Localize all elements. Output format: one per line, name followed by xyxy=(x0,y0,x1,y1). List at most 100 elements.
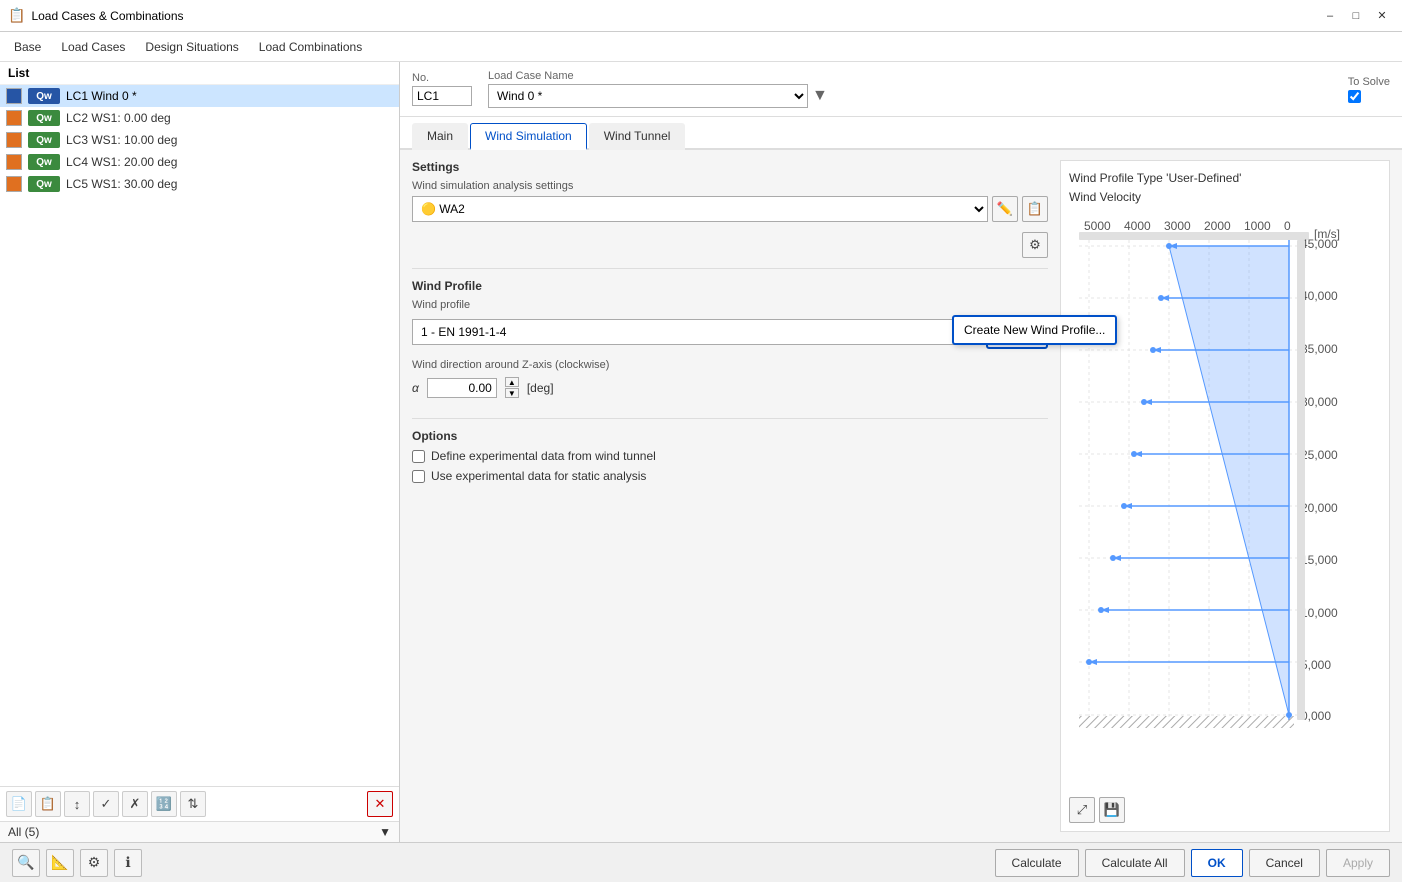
options-title: Options xyxy=(412,429,1048,443)
svg-text:0: 0 xyxy=(1284,219,1291,233)
wind-profile-label: Wind profile xyxy=(412,299,1048,311)
tab-wind-tunnel[interactable]: Wind Tunnel xyxy=(589,123,686,150)
maximize-button[interactable]: □ xyxy=(1344,4,1368,28)
new-button[interactable]: 📄 xyxy=(6,791,32,817)
move-button[interactable]: ↕ xyxy=(64,791,90,817)
option-row-2: Use experimental data for static analysi… xyxy=(412,469,1048,483)
app-icon: 📋 xyxy=(8,7,25,24)
menu-design-situations[interactable]: Design Situations xyxy=(135,36,248,58)
svg-text:15,000: 15,000 xyxy=(1301,553,1338,567)
analysis-edit-button[interactable]: ✏️ xyxy=(992,196,1018,222)
badge: Qw xyxy=(28,88,60,104)
alpha-symbol: α xyxy=(412,381,419,395)
wind-profile-select[interactable]: 1 - EN 1991-1-4 xyxy=(412,319,982,345)
list-header: List xyxy=(0,62,399,85)
alpha-spinner: ▲ ▼ xyxy=(505,377,519,398)
svg-text:10,000: 10,000 xyxy=(1301,606,1338,620)
chart-area: Wind Profile Type 'User-Defined' Wind Ve… xyxy=(1060,160,1390,832)
list-item[interactable]: Qw LC3 WS1: 10.00 deg xyxy=(0,129,399,151)
option-row-1: Define experimental data from wind tunne… xyxy=(412,449,1048,463)
cancel-button[interactable]: Cancel xyxy=(1249,849,1320,877)
analysis-row: 🟡 WA2 ✏️ 📋 xyxy=(412,196,1048,222)
menu-load-cases[interactable]: Load Cases xyxy=(51,36,135,58)
item-label: LC5 WS1: 30.00 deg xyxy=(66,177,177,191)
tabs-bar: Main Wind Simulation Wind Tunnel xyxy=(400,117,1402,150)
alpha-spin-up[interactable]: ▲ xyxy=(505,377,519,387)
color-indicator xyxy=(6,110,22,126)
left-panel: List Qw LC1 Wind 0 * Qw LC2 WS1: 0.00 de… xyxy=(0,62,400,842)
chart-save-button[interactable]: 💾 xyxy=(1099,797,1125,823)
name-select[interactable]: Wind 0 * xyxy=(488,84,808,108)
svg-text:4000: 4000 xyxy=(1124,219,1151,233)
badge: Qw xyxy=(28,154,60,170)
svg-text:5,000: 5,000 xyxy=(1301,658,1331,672)
list-item[interactable]: Qw LC5 WS1: 30.00 deg xyxy=(0,173,399,195)
menu-base[interactable]: Base xyxy=(4,36,51,58)
window-title: Load Cases & Combinations xyxy=(31,9,183,23)
renumber-button[interactable]: 🔢 xyxy=(151,791,177,817)
menu-load-combinations[interactable]: Load Combinations xyxy=(249,36,372,58)
list-container: Qw LC1 Wind 0 * Qw LC2 WS1: 0.00 deg Qw … xyxy=(0,85,399,786)
ok-button[interactable]: OK xyxy=(1191,849,1243,877)
filter-label: All (5) xyxy=(8,825,39,839)
info-button[interactable]: ℹ xyxy=(114,849,142,877)
units-button[interactable]: 📐 xyxy=(46,849,74,877)
to-solve-label: To Solve xyxy=(1348,76,1390,88)
chart-expand-button[interactable]: ⤢ xyxy=(1069,797,1095,823)
analysis-select[interactable]: 🟡 WA2 xyxy=(412,196,988,222)
settings-title: Settings xyxy=(412,160,1048,174)
list-item[interactable]: Qw LC1 Wind 0 * xyxy=(0,85,399,107)
name-dropdown-icon[interactable]: ▼ xyxy=(812,87,828,105)
color-indicator xyxy=(6,154,22,170)
delete-button[interactable]: ✕ xyxy=(367,791,393,817)
item-label: LC2 WS1: 0.00 deg xyxy=(66,111,171,125)
filter-expand-icon[interactable]: ▼ xyxy=(379,825,391,839)
svg-text:3000: 3000 xyxy=(1164,219,1191,233)
alpha-row: α ▲ ▼ [deg] xyxy=(412,377,1048,398)
svg-text:5000: 5000 xyxy=(1084,219,1111,233)
list-item[interactable]: Qw LC4 WS1: 20.00 deg xyxy=(0,151,399,173)
calculate-all-button[interactable]: Calculate All xyxy=(1085,849,1185,877)
title-bar: 📋 Load Cases & Combinations – □ ✕ xyxy=(0,0,1402,32)
item-label: LC3 WS1: 10.00 deg xyxy=(66,133,177,147)
wind-profile-title: Wind Profile xyxy=(412,279,1048,293)
settings-button[interactable]: ⚙ xyxy=(80,849,108,877)
badge: Qw xyxy=(28,176,60,192)
settings-panel: Settings Wind simulation analysis settin… xyxy=(412,160,1048,832)
option1-label: Define experimental data from wind tunne… xyxy=(431,449,656,463)
check-all-button[interactable]: ✓ xyxy=(93,791,119,817)
alpha-input[interactable] xyxy=(427,378,497,398)
chart-bottom-toolbar: ⤢ 💾 xyxy=(1069,797,1381,823)
list-footer: All (5) ▼ xyxy=(0,821,399,842)
settings-gear-button[interactable]: ⚙ xyxy=(1022,232,1048,258)
alpha-spin-down[interactable]: ▼ xyxy=(505,388,519,398)
option1-checkbox[interactable] xyxy=(412,450,425,463)
uncheck-all-button[interactable]: ✗ xyxy=(122,791,148,817)
to-solve-checkbox[interactable] xyxy=(1348,90,1361,103)
svg-text:25,000: 25,000 xyxy=(1301,448,1338,462)
svg-text:30,000: 30,000 xyxy=(1301,395,1338,409)
minimize-button[interactable]: – xyxy=(1318,4,1342,28)
tab-content: Settings Wind simulation analysis settin… xyxy=(400,150,1402,842)
sort-button[interactable]: ⇅ xyxy=(180,791,206,817)
list-item[interactable]: Qw LC2 WS1: 0.00 deg xyxy=(0,107,399,129)
svg-text:0,000: 0,000 xyxy=(1301,709,1331,723)
copy-button[interactable]: 📋 xyxy=(35,791,61,817)
calculate-button[interactable]: Calculate xyxy=(995,849,1079,877)
create-new-wind-profile-popup[interactable]: Create New Wind Profile... xyxy=(952,315,1117,345)
search-button[interactable]: 🔍 xyxy=(12,849,40,877)
svg-text:2000: 2000 xyxy=(1204,219,1231,233)
option2-label: Use experimental data for static analysi… xyxy=(431,469,646,483)
tab-main[interactable]: Main xyxy=(412,123,468,150)
analysis-label: Wind simulation analysis settings xyxy=(412,180,1048,192)
tab-wind-simulation[interactable]: Wind Simulation xyxy=(470,123,587,150)
item-label: LC4 WS1: 20.00 deg xyxy=(66,155,177,169)
close-button[interactable]: ✕ xyxy=(1370,4,1394,28)
main-container: List Qw LC1 Wind 0 * Qw LC2 WS1: 0.00 de… xyxy=(0,62,1402,842)
option2-checkbox[interactable] xyxy=(412,470,425,483)
name-label: Load Case Name xyxy=(488,70,1332,82)
no-input[interactable] xyxy=(412,86,472,106)
alpha-unit: [deg] xyxy=(527,381,554,395)
apply-button[interactable]: Apply xyxy=(1326,849,1390,877)
analysis-copy-button[interactable]: 📋 xyxy=(1022,196,1048,222)
